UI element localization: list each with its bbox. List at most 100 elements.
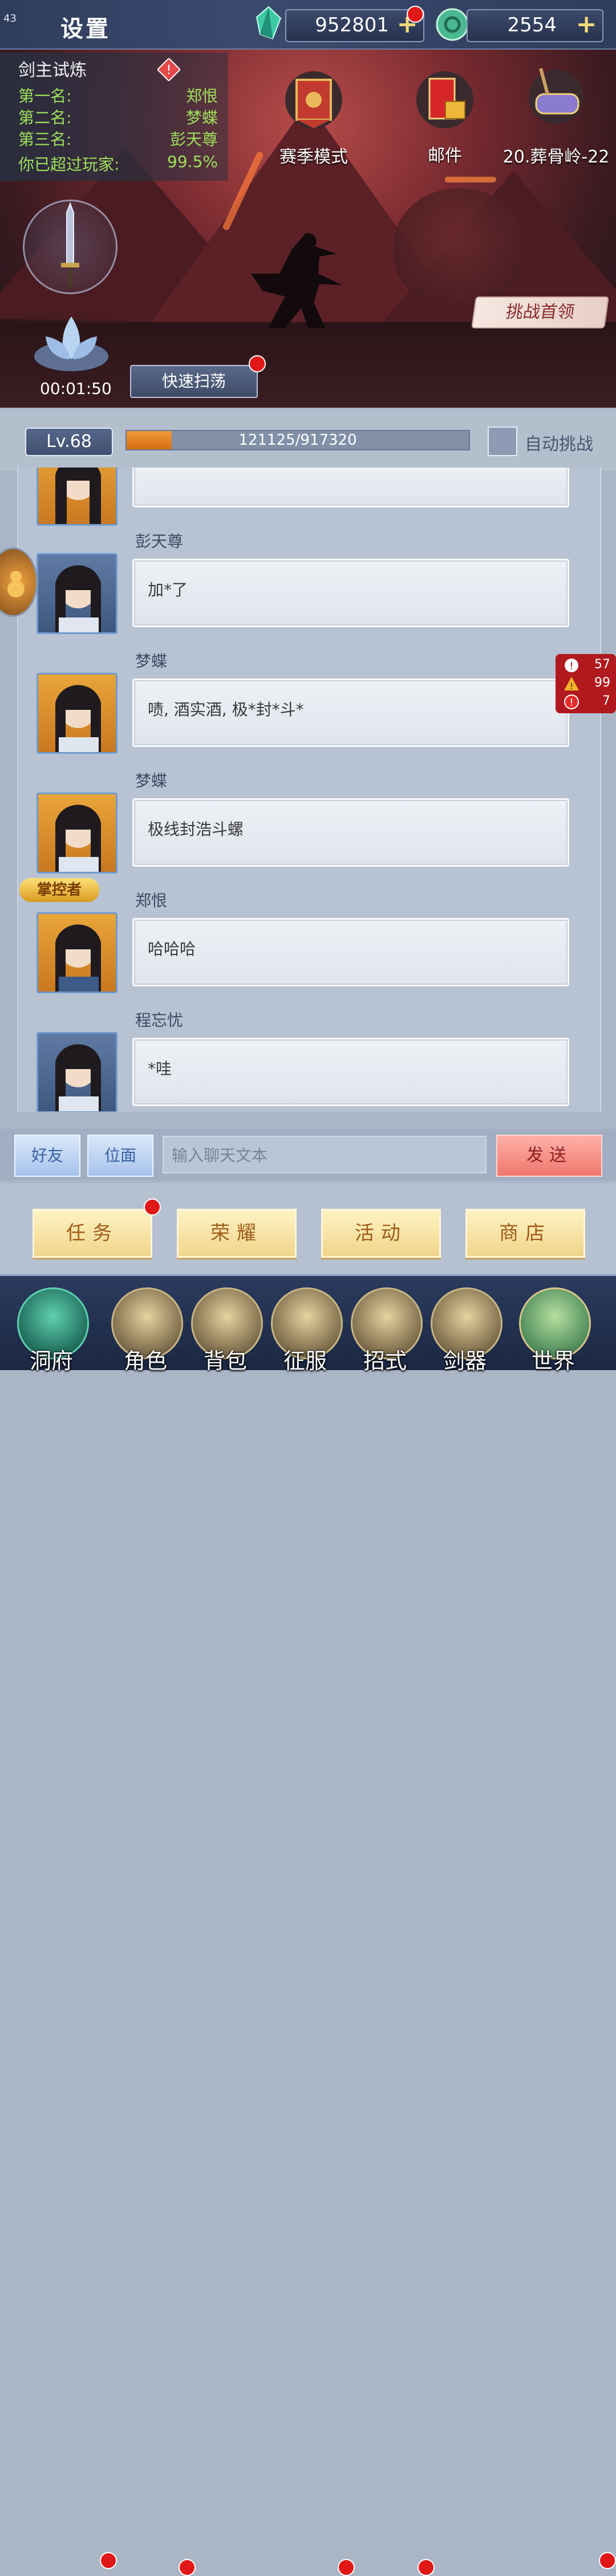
chat-bubble: [132, 468, 569, 507]
lotus-treasure-icon[interactable]: [29, 311, 114, 379]
nav-label: 世界: [531, 1348, 575, 1374]
add-coin-button[interactable]: +: [575, 12, 598, 37]
jade-gem-icon: [256, 6, 282, 40]
skull-rock: [394, 188, 525, 302]
nav-backpack[interactable]: 背包: [185, 1276, 265, 1374]
error-count: 7: [602, 694, 610, 708]
warning-icon[interactable]: !: [157, 58, 180, 81]
error-icon: !: [564, 694, 579, 709]
rank-2-name: 梦蝶: [185, 108, 218, 127]
coin-amount: 2554: [507, 14, 557, 36]
fps-counter: 43: [3, 13, 17, 25]
notification-dot: [407, 6, 424, 23]
svg-text:!: !: [569, 697, 573, 709]
chat-text: *哇: [148, 1059, 172, 1078]
scroll-map-icon: [529, 68, 583, 124]
svg-text:!: !: [570, 681, 573, 692]
sword-spirit-button[interactable]: [23, 200, 117, 294]
avatar[interactable]: [37, 793, 117, 873]
function-buttons: 任务 荣耀 活动 商店: [0, 1183, 616, 1274]
plane-tab[interactable]: 位面: [87, 1135, 153, 1177]
character-portrait-icon: [55, 1044, 101, 1111]
lava-stream: [445, 177, 496, 182]
exp-progress-text: 121125/917320: [238, 432, 357, 449]
svg-text:!: !: [569, 660, 573, 672]
nav-label: 角色: [123, 1348, 167, 1374]
chat-text: 加*了: [148, 580, 188, 599]
notification-dot: [338, 2559, 355, 2576]
avatar[interactable]: [37, 553, 117, 634]
character-portrait-icon: [55, 685, 101, 752]
sender-name: 梦蝶: [135, 771, 168, 790]
avatar[interactable]: [37, 673, 117, 754]
challenge-boss-button[interactable]: 挑战首领: [471, 296, 609, 328]
auto-challenge-checkbox[interactable]: [488, 426, 517, 456]
nav-conquest[interactable]: 征服: [265, 1276, 345, 1374]
gourd-icon: [7, 571, 25, 598]
chat-message-list[interactable]: 彭天尊 加*了 梦蝶 啧, 酒实酒, 极*封*斗* 梦蝶 极线封浩斗螺 郑恨 哈…: [17, 468, 601, 1112]
season-mode-button[interactable]: 赛季模式: [274, 68, 354, 171]
rank-1-label: 第一名:: [18, 87, 72, 105]
events-button[interactable]: 活动: [321, 1209, 441, 1258]
avatar[interactable]: [37, 912, 117, 993]
chat-text: 啧, 酒实酒, 极*封*斗*: [148, 700, 304, 719]
nav-world[interactable]: 世界: [513, 1276, 593, 1374]
top-bar: 43 设置 952801 + 2554 +: [0, 0, 616, 50]
notification-dot: [418, 2559, 435, 2576]
notification-dot: [100, 2552, 117, 2569]
send-button[interactable]: 发送: [496, 1135, 602, 1177]
chat-bubble: 啧, 酒实酒, 极*封*斗*: [132, 678, 569, 747]
surpass-value: 99.5%: [167, 152, 218, 171]
nav-character[interactable]: 角色: [106, 1276, 185, 1374]
sword-icon: [61, 202, 79, 287]
quick-sweep-button[interactable]: 快速扫荡: [130, 365, 258, 398]
avatar[interactable]: [37, 1032, 117, 1112]
mail-icon: [416, 71, 473, 128]
trial-ranking-panel[interactable]: 剑主试炼 ! 第一名: 郑恨 第二名: 梦蝶 第三名: 彭天尊 你已超过玩家: …: [0, 52, 228, 181]
mail-button[interactable]: 邮件: [405, 68, 485, 171]
chat-text: 极线封浩斗螺: [148, 820, 244, 839]
sweep-timer: 00:01:50: [40, 379, 112, 398]
exp-progress-bar: 121125/917320: [125, 430, 470, 450]
chat-input[interactable]: 输入聊天文本: [163, 1136, 487, 1173]
stage-button[interactable]: 20.葬骨岭-22: [502, 63, 610, 171]
info-count: 57: [594, 657, 610, 672]
svg-text:!: !: [167, 63, 172, 78]
chat-bubble: *哇: [132, 1038, 569, 1106]
coin-icon: [436, 8, 469, 41]
friends-tab[interactable]: 好友: [14, 1135, 80, 1177]
chat-bubble: 哈哈哈: [132, 918, 569, 986]
chat-bubble: 极线封浩斗螺: [132, 798, 569, 867]
character-portrait-icon: [55, 924, 101, 992]
avatar[interactable]: [37, 468, 117, 526]
rank-1-name: 郑恨: [185, 87, 218, 105]
level-bar: Lv.68 121125/917320 自动挑战: [0, 409, 616, 471]
jade-amount: 952801: [315, 14, 389, 36]
nav-label: 招式: [363, 1348, 407, 1374]
chat-bubble: 加*了: [132, 559, 569, 627]
settings-button[interactable]: 设置: [60, 10, 111, 43]
nav-sword-artifact[interactable]: 剑器: [425, 1276, 505, 1374]
banner-icon: [285, 71, 342, 128]
chat-input-row: 好友 位面 输入聊天文本 发送: [0, 1129, 616, 1180]
notification-dot: [179, 2559, 196, 2576]
nav-label: 背包: [203, 1348, 247, 1374]
info-alert-row: ! 57: [564, 656, 613, 675]
nav-label: 剑器: [443, 1348, 487, 1374]
coin-currency: 2554 +: [467, 9, 603, 42]
info-icon: !: [565, 659, 578, 672]
sender-name: 梦蝶: [135, 652, 168, 671]
auto-challenge-label: 自动挑战: [525, 434, 593, 454]
controller-title-badge: 掌控者: [19, 878, 99, 902]
sender-name: 程忘忧: [135, 1011, 184, 1030]
warning-alert-row: ! 99: [564, 675, 613, 693]
jade-currency: 952801 +: [285, 9, 424, 42]
shop-button[interactable]: 商店: [465, 1209, 585, 1258]
nav-label: 洞府: [29, 1348, 73, 1374]
chat-text: 哈哈哈: [148, 940, 196, 958]
tasks-button[interactable]: 任务: [33, 1209, 152, 1258]
nav-cave-dwelling[interactable]: 洞府: [11, 1276, 91, 1374]
debug-alert-panel[interactable]: ! 57 ! 99 ! 7: [556, 654, 616, 713]
nav-skills[interactable]: 招式: [345, 1276, 425, 1374]
glory-button[interactable]: 荣耀: [177, 1209, 297, 1258]
